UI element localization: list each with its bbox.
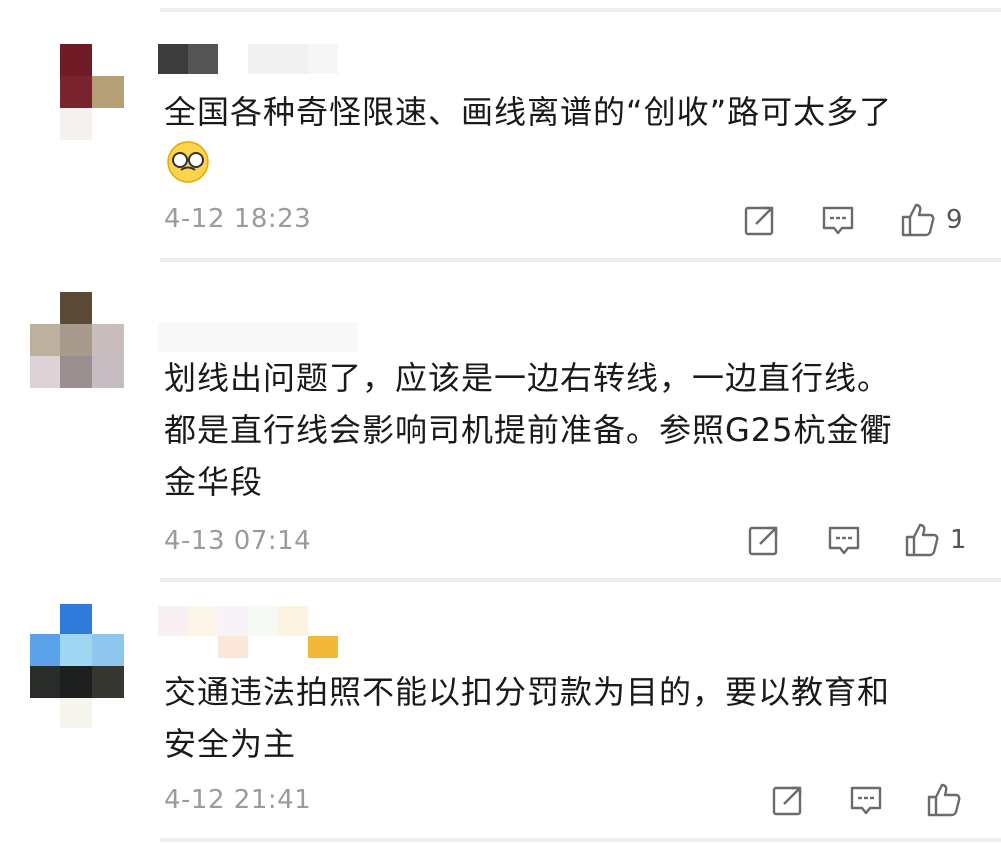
- username[interactable]: [158, 606, 358, 658]
- comment-time: 4-12 21:41: [164, 785, 312, 815]
- like-button[interactable]: 1: [904, 520, 967, 560]
- comment-text: 交通违法拍照不能以扣分罚款为目的，要以教育和 安全为主: [164, 673, 891, 763]
- reply-icon: [828, 526, 860, 555]
- reply-icon: [850, 786, 882, 815]
- avatar[interactable]: [30, 44, 126, 140]
- comment-item: 全国各种奇怪限速、画线离谱的“创收”路可太多了 4-12 18:23 9: [0, 0, 1001, 262]
- like-button[interactable]: [926, 780, 972, 820]
- like-button[interactable]: 9: [900, 200, 963, 240]
- comment-item: 划线出问题了，应该是一边右转线，一边直行线。 都是直行线会影响司机提前准备。参照…: [0, 262, 1001, 580]
- comment-text: 全国各种奇怪限速、画线离谱的“创收”路可太多了: [164, 93, 893, 131]
- comment-time: 4-12 18:23: [164, 204, 312, 234]
- thumbs-up-icon: [927, 783, 961, 817]
- share-button[interactable]: [742, 200, 778, 240]
- like-count: 1: [950, 525, 967, 555]
- comment-text: 划线出问题了，应该是一边右转线，一边直行线。 都是直行线会影响司机提前准备。参照…: [164, 359, 893, 501]
- comment-time: 4-13 07:14: [164, 526, 312, 556]
- like-count: 9: [946, 205, 963, 235]
- share-button[interactable]: [746, 520, 782, 560]
- thumbs-up-icon: [905, 523, 939, 557]
- share-icon: [772, 786, 802, 816]
- reply-icon: [822, 206, 854, 235]
- comment-item: 交通违法拍照不能以扣分罚款为目的，要以教育和 安全为主 4-12 21:41: [0, 582, 1001, 851]
- share-icon: [744, 206, 774, 236]
- share-button[interactable]: [770, 780, 806, 820]
- thumbs-up-icon: [901, 203, 935, 237]
- reply-button[interactable]: [820, 200, 856, 240]
- avatar[interactable]: [30, 292, 126, 388]
- glasses-tears-emoji: [167, 141, 209, 183]
- avatar[interactable]: [30, 604, 126, 728]
- share-icon: [748, 526, 778, 556]
- username[interactable]: [158, 322, 388, 356]
- reply-button[interactable]: [848, 780, 884, 820]
- username[interactable]: [158, 44, 388, 78]
- divider: [160, 838, 1001, 842]
- reply-button[interactable]: [826, 520, 862, 560]
